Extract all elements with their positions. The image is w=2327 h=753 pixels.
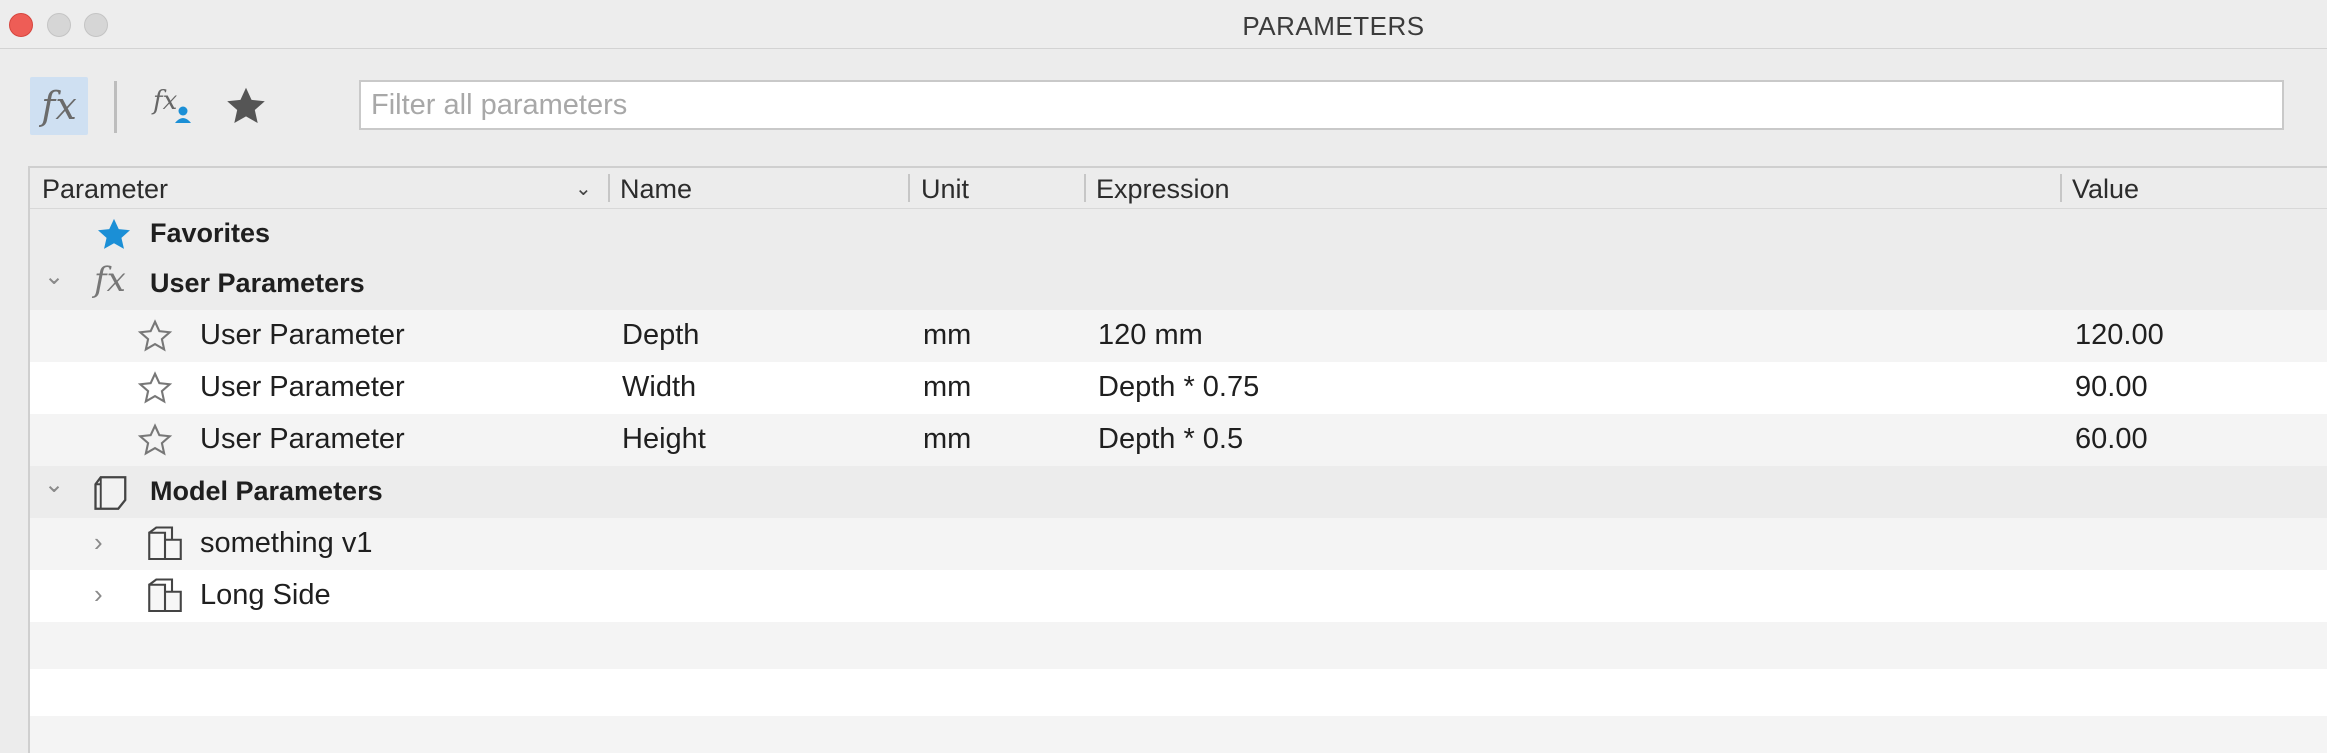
column-header-name[interactable]: Name [620,174,692,205]
table-row[interactable]: User Parameter Height mm Depth * 0.5 60.… [30,414,2327,466]
table-header: Parameter ⌄ Name Unit Expression Value [30,168,2327,209]
model-parameter-label: Long Side [200,579,331,611]
group-row-favorites[interactable]: Favorites [30,209,2327,258]
filter-parameters-input[interactable] [359,80,2284,130]
fx-icon: fx [41,84,77,128]
window-title: PARAMETERS [1242,11,1425,41]
chevron-right-icon[interactable]: › [94,527,103,558]
star-filled-icon [94,216,134,254]
empty-row [30,669,2327,716]
unit-cell[interactable]: mm [923,371,971,404]
fx-icon: fx [94,260,126,300]
column-header-unit[interactable]: Unit [921,174,969,205]
column-divider[interactable] [1084,174,1086,202]
column-header-parameter[interactable]: Parameter [42,174,168,205]
expression-cell[interactable]: 120 mm [1098,319,1203,352]
parameter-cell: User Parameter [200,423,405,455]
value-cell: 90.00 [2075,371,2148,403]
parameters-table: Parameter ⌄ Name Unit Expression Value F… [28,166,2327,753]
title-bar: PARAMETERS [0,0,2327,49]
chevron-right-icon[interactable]: › [94,579,103,610]
component-icon [144,524,186,566]
group-label-model-parameters: Model Parameters [150,476,383,506]
column-divider[interactable] [608,174,610,202]
star-outline-icon[interactable] [136,422,174,458]
star-outline-icon[interactable] [136,318,174,354]
star-outline-icon[interactable] [136,370,174,406]
column-divider[interactable] [2060,174,2062,202]
all-parameters-button[interactable]: fx [30,77,88,135]
toolbar-divider [114,81,117,133]
expression-cell[interactable]: Depth * 0.75 [1098,371,1259,404]
toolbar: fx fx [0,49,2327,165]
table-row[interactable]: User Parameter Depth mm 120 mm 120.00 [30,310,2327,362]
group-label-user-parameters: User Parameters [150,268,365,298]
name-cell: Width [622,371,697,403]
chevron-down-icon[interactable]: ⌄ [575,176,592,201]
value-cell: 60.00 [2075,423,2148,455]
component-icon [144,576,186,618]
column-header-expression[interactable]: Expression [1096,174,1230,205]
favorites-filter-button[interactable] [217,77,275,135]
chevron-down-icon[interactable]: ⌄ [44,262,64,291]
cube-icon [92,472,134,514]
user-parameters-filter-button[interactable]: fx [143,77,201,135]
group-row-model-parameters[interactable]: ⌄ Model Parameters [30,466,2327,518]
list-item[interactable]: › something v1 [30,518,2327,570]
expression-cell[interactable]: Depth * 0.5 [1098,423,1243,456]
group-row-user-parameters[interactable]: ⌄ fx User Parameters [30,258,2327,310]
star-icon [227,87,265,124]
model-parameter-label: something v1 [200,527,373,559]
svg-text:fx: fx [151,86,178,116]
column-divider[interactable] [908,174,910,202]
unit-cell[interactable]: mm [923,319,971,352]
name-cell: Depth [622,319,700,351]
value-cell: 120.00 [2075,319,2164,351]
column-header-value[interactable]: Value [2072,174,2139,205]
parameters-window: PARAMETERS fx fx Parameter ⌄ Name [0,0,2327,753]
unit-cell[interactable]: mm [923,423,971,456]
empty-row [30,716,2327,753]
user-fx-icon: fx [151,86,191,123]
empty-row [30,622,2327,669]
parameter-cell: User Parameter [200,319,405,351]
parameter-cell: User Parameter [200,371,405,403]
chevron-down-icon[interactable]: ⌄ [44,470,64,499]
list-item[interactable]: › Long Side [30,570,2327,622]
table-row[interactable]: User Parameter Width mm Depth * 0.75 90.… [30,362,2327,414]
group-label-favorites: Favorites [150,218,271,248]
name-cell: Height [622,423,706,455]
